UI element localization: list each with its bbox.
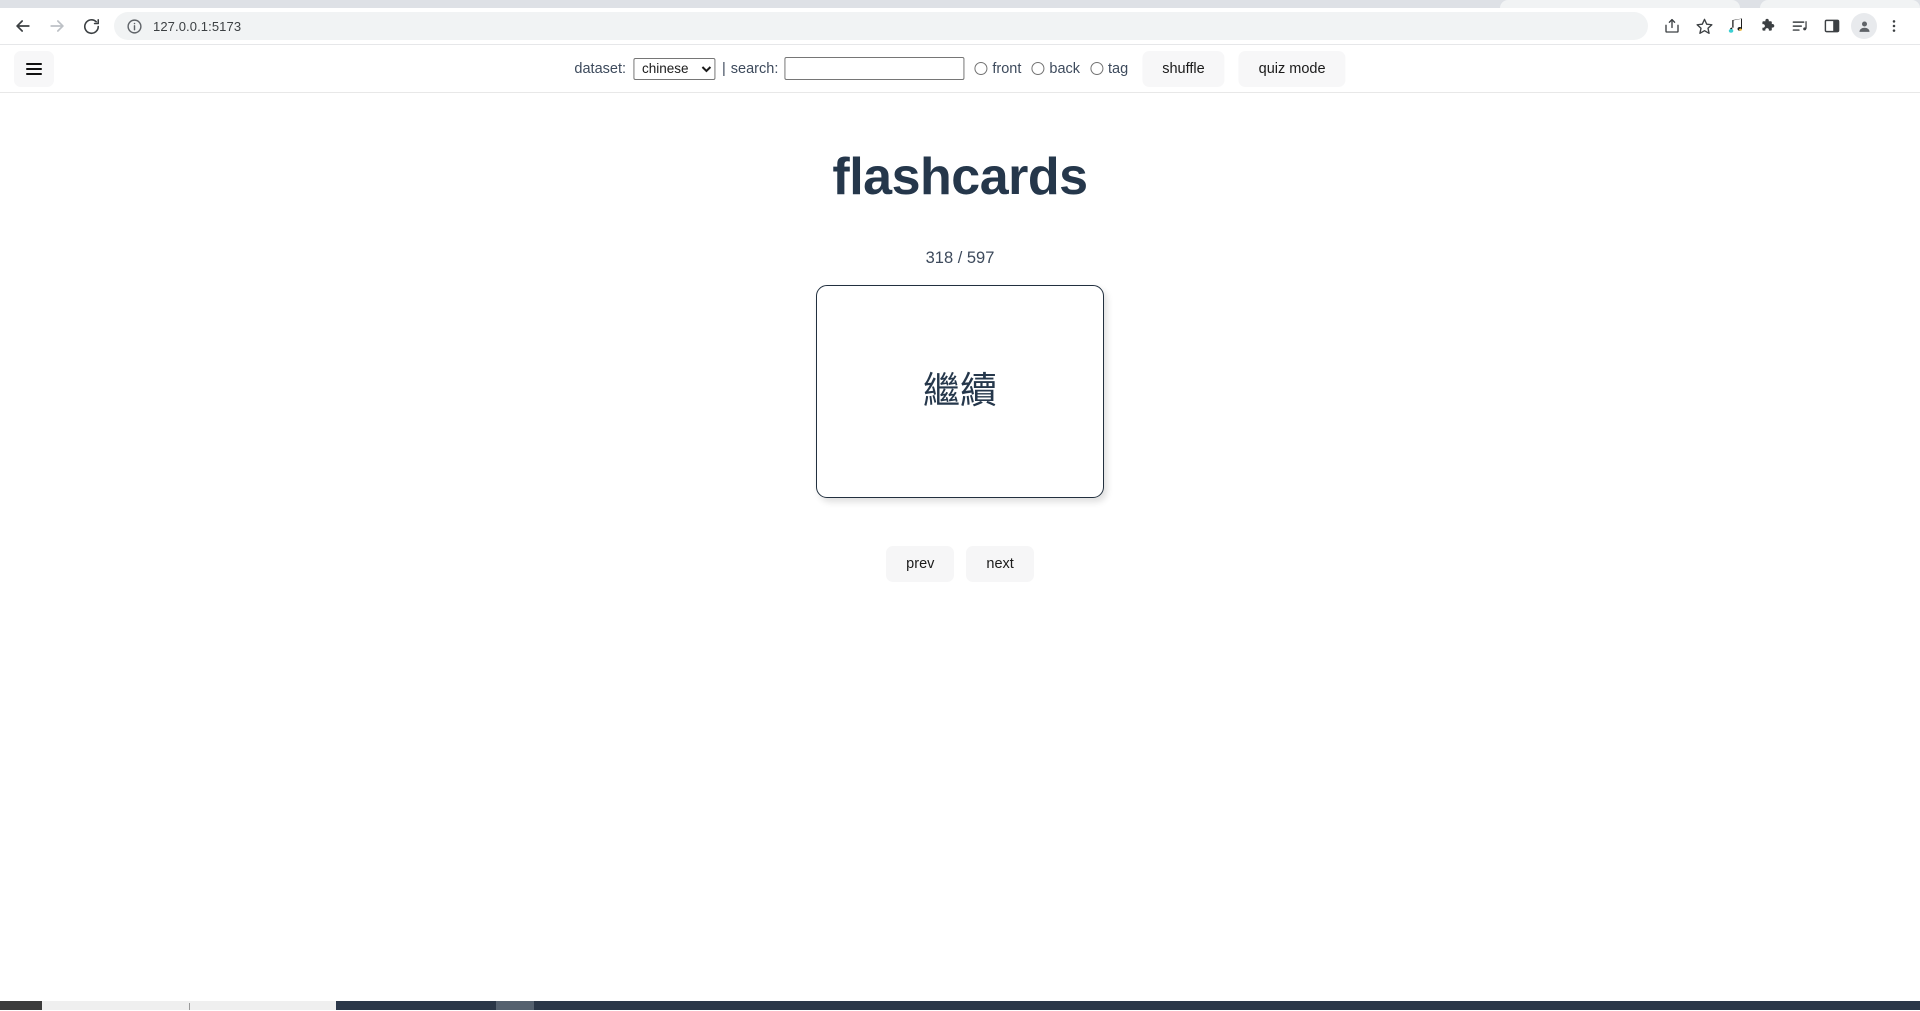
- avatar: [1851, 13, 1877, 39]
- address-bar[interactable]: 127.0.0.1:5173: [114, 12, 1648, 40]
- app-toolbar: dataset: chinese | search: front back ta…: [0, 45, 1920, 93]
- search-label: search:: [730, 60, 779, 77]
- card-counter: 318 / 597: [925, 249, 995, 268]
- taskbar-spacer: [336, 1001, 496, 1010]
- music-note-extension-icon[interactable]: [1720, 10, 1752, 42]
- hamburger-bar: [26, 67, 42, 70]
- address-bar-url: 127.0.0.1:5173: [153, 18, 242, 34]
- flashcard[interactable]: 繼續: [816, 285, 1104, 499]
- taskbar-window-item[interactable]: [42, 1001, 336, 1010]
- radio-front-label: front: [992, 60, 1022, 77]
- dataset-select[interactable]: chinese: [633, 57, 716, 80]
- radio-tag[interactable]: tag: [1090, 61, 1128, 77]
- radio-circle-icon[interactable]: [974, 62, 988, 75]
- side-panel-icon[interactable]: [1816, 10, 1848, 42]
- media-playlist-icon[interactable]: [1784, 10, 1816, 42]
- bookmark-star-icon[interactable]: [1688, 10, 1720, 42]
- card-navigation: prev next: [886, 546, 1034, 583]
- three-dot-menu-icon[interactable]: [1880, 10, 1908, 42]
- browser-chrome: 127.0.0.1:5173: [0, 0, 1920, 45]
- browser-tab[interactable]: [1500, 0, 1740, 8]
- browser-tab[interactable]: [1760, 0, 1920, 8]
- radio-front[interactable]: front: [974, 61, 1021, 77]
- hamburger-bar: [26, 62, 42, 65]
- taskbar-tray[interactable]: [534, 1001, 1920, 1010]
- browser-toolbar: 127.0.0.1:5173: [0, 8, 1920, 45]
- toolbar-controls: dataset: chinese | search: front back ta…: [574, 50, 1346, 87]
- hamburger-bar: [26, 72, 42, 75]
- reload-icon[interactable]: [74, 9, 108, 43]
- profile-avatar-icon[interactable]: [1848, 10, 1880, 42]
- radio-circle-icon[interactable]: [1031, 62, 1045, 75]
- next-button[interactable]: next: [966, 546, 1034, 583]
- taskbar-window-item[interactable]: [496, 1001, 534, 1010]
- dataset-label: dataset:: [574, 60, 627, 77]
- radio-back[interactable]: back: [1031, 61, 1080, 77]
- toolbar-separator: |: [722, 60, 726, 77]
- prev-button[interactable]: prev: [886, 546, 955, 583]
- browser-action-icons: [1656, 10, 1908, 42]
- os-taskbar[interactable]: [0, 1001, 1920, 1010]
- info-circle-icon[interactable]: [126, 18, 143, 35]
- back-icon[interactable]: [6, 9, 40, 43]
- main-area: flashcards 318 / 597 繼續 prev next: [0, 93, 1920, 583]
- page-title: flashcards: [832, 148, 1088, 206]
- browser-tab-strip[interactable]: [0, 0, 1920, 8]
- search-input[interactable]: [784, 57, 965, 80]
- radio-back-label: back: [1049, 60, 1081, 77]
- share-icon[interactable]: [1656, 10, 1688, 42]
- radio-tag-label: tag: [1108, 60, 1129, 77]
- forward-icon[interactable]: [40, 9, 74, 43]
- puzzle-piece-icon[interactable]: [1752, 10, 1784, 42]
- hamburger-menu-icon[interactable]: [14, 50, 54, 87]
- shuffle-button[interactable]: shuffle: [1142, 50, 1225, 87]
- page-content: dataset: chinese | search: front back ta…: [0, 45, 1920, 1010]
- flashcard-text: 繼續: [923, 369, 997, 413]
- taskbar-start-button[interactable]: [0, 1001, 42, 1010]
- radio-circle-icon[interactable]: [1090, 62, 1104, 75]
- quiz-mode-button[interactable]: quiz mode: [1238, 50, 1346, 87]
- side-radio-group: front back tag: [974, 61, 1128, 77]
